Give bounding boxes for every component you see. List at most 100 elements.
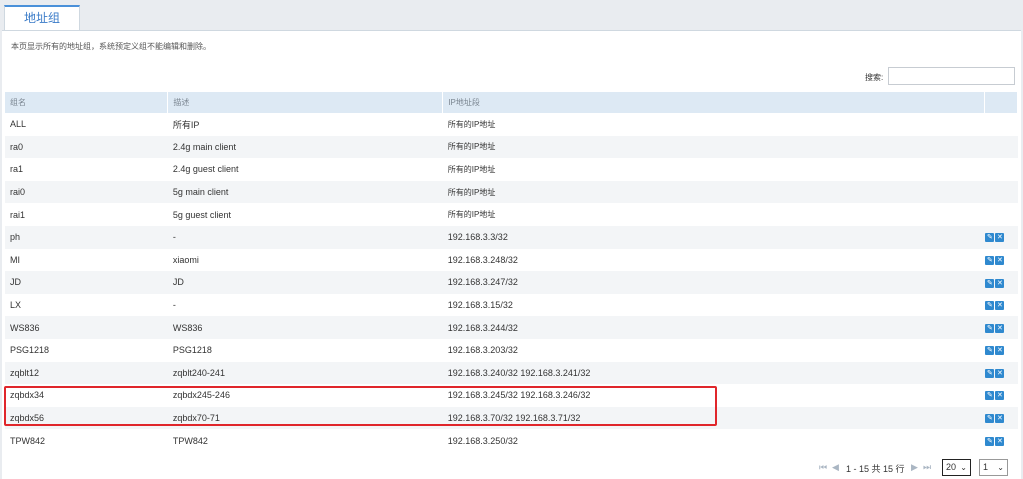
actions-cell: ✎ ✕ xyxy=(984,339,1017,362)
group-name-cell: TPW842 xyxy=(10,435,46,446)
page-number-value: 1 xyxy=(983,462,989,472)
page-size-select[interactable]: 20 ⌄ xyxy=(942,459,971,476)
actions-cell: ✎ ✕ xyxy=(984,362,1017,385)
table-row[interactable]: PSG1218 PSG1218 192.168.3.203/32 ✎ ✕ xyxy=(5,338,1018,362)
group-name-cell: zqblt12 xyxy=(10,367,40,378)
actions-cell: ✎ ✕ xyxy=(984,407,1017,430)
edit-icon[interactable]: ✎ xyxy=(985,323,995,333)
table-row[interactable]: ALL 所有IP 所有的IP地址 xyxy=(5,113,1018,136)
group-name-cell: rai1 xyxy=(10,209,26,220)
group-name-cell: ra1 xyxy=(10,164,24,175)
table-header-row: 组名 描述 IP地址段 xyxy=(5,92,1019,113)
ip-range-cell: 192.168.3.240/32 192.168.3.241/32 xyxy=(447,367,591,378)
table-row[interactable]: JD JD 192.168.3.247/32 ✎ ✕ xyxy=(5,271,1018,294)
chevron-down-icon: ⌄ xyxy=(960,463,967,472)
pagination: ⏮ ◀ 1 - 15 共 15 行 ▶ ⏭ 20 ⌄ 1 ⌄ xyxy=(0,459,1023,476)
content-panel: 本页显示所有的地址组，系统预定义组不能编辑和删除。 搜索: 组名 描述 IP地址… xyxy=(2,30,1021,479)
actions-cell: ✎ ✕ xyxy=(984,316,1017,339)
table-row[interactable]: zqbdx56 zqbdx70-71 192.168.3.70/32 192.168… xyxy=(5,406,1018,430)
group-name-cell: zqbdx34 xyxy=(10,390,45,401)
actions-cell: ✎ ✕ xyxy=(984,429,1017,452)
description-cell: zqblt240-241 xyxy=(172,367,225,378)
delete-icon[interactable]: ✕ xyxy=(995,255,1005,265)
ip-range-cell: 所有的IP地址 xyxy=(447,164,496,174)
ip-range-cell: 192.168.3.203/32 xyxy=(447,345,518,356)
actions-cell: ✎ ✕ xyxy=(984,249,1017,272)
ip-range-cell: 所有的IP地址 xyxy=(447,210,496,220)
actions-cell: ✎ ✕ xyxy=(984,384,1017,407)
delete-icon[interactable]: ✕ xyxy=(995,368,1005,378)
table-row[interactable]: zqbdx34 zqbdx245-246 192.168.3.245/32 192.… xyxy=(5,384,1018,407)
delete-icon[interactable]: ✕ xyxy=(995,233,1005,243)
edit-icon[interactable]: ✎ xyxy=(985,255,995,265)
delete-icon[interactable]: ✕ xyxy=(995,414,1005,424)
table-row[interactable]: ra1 2.4g guest client 所有的IP地址 xyxy=(5,158,1018,181)
group-name-cell: JD xyxy=(10,277,21,288)
description-cell: 5g main client xyxy=(172,187,229,198)
ip-range-cell: 192.168.3.70/32 192.168.3.71/32 xyxy=(447,413,581,424)
ip-range-cell: 192.168.3.15/32 xyxy=(447,300,513,311)
actions-cell xyxy=(984,136,1017,159)
table-row[interactable]: TPW842 TPW842 192.168.3.250/32 ✎ ✕ xyxy=(5,429,1018,452)
actions-cell xyxy=(984,158,1017,181)
table-row[interactable]: MI xiaomi 192.168.3.248/32 ✎ ✕ xyxy=(5,248,1018,272)
page-number-select[interactable]: 1 ⌄ xyxy=(979,459,1008,476)
ip-range-cell: 192.168.3.250/32 xyxy=(447,435,518,446)
delete-icon[interactable]: ✕ xyxy=(995,301,1005,311)
description-cell: zqbdx70-71 xyxy=(172,413,220,424)
table-row[interactable]: ra0 2.4g main client 所有的IP地址 xyxy=(5,135,1018,159)
delete-icon[interactable]: ✕ xyxy=(995,436,1005,446)
actions-cell xyxy=(984,203,1017,226)
group-name-cell: ra0 xyxy=(10,141,24,152)
group-name-cell: ph xyxy=(10,232,21,243)
page-size-value: 20 xyxy=(946,462,957,472)
ip-range-cell: 所有的IP地址 xyxy=(447,187,496,197)
app-frame: 地址组 本页显示所有的地址组，系统预定义组不能编辑和删除。 搜索: 组名 描述 … xyxy=(0,0,1023,479)
table-row[interactable]: rai1 5g guest client 所有的IP地址 xyxy=(5,203,1018,226)
edit-icon[interactable]: ✎ xyxy=(985,301,995,311)
next-page-icon[interactable]: ▶ xyxy=(911,462,918,473)
delete-icon[interactable]: ✕ xyxy=(995,391,1005,401)
ip-range-cell: 192.168.3.3/32 xyxy=(447,232,508,243)
table-row[interactable]: WS836 WS836 192.168.3.244/32 ✎ ✕ xyxy=(5,316,1018,339)
description-cell: - xyxy=(172,232,176,243)
edit-icon[interactable]: ✎ xyxy=(985,278,995,288)
prev-page-icon[interactable]: ◀ xyxy=(832,462,839,473)
delete-icon[interactable]: ✕ xyxy=(995,323,1005,333)
ip-range-cell: 所有的IP地址 xyxy=(447,119,496,129)
page-description: 本页显示所有的地址组，系统预定义组不能编辑和删除。 xyxy=(11,42,211,51)
edit-icon[interactable]: ✎ xyxy=(985,436,995,446)
description-cell: PSG1218 xyxy=(172,345,212,356)
search-input[interactable] xyxy=(888,67,1015,85)
description-cell: xiaomi xyxy=(172,254,199,265)
ip-range-cell: 所有的IP地址 xyxy=(447,142,496,152)
address-group-table: 组名 描述 IP地址段 ALL 所有IP 所有的IP地址 ra0 2.4g main c… xyxy=(5,92,1019,452)
description-cell: WS836 xyxy=(172,322,203,333)
table-row[interactable]: LX - 192.168.3.15/32 ✎ ✕ xyxy=(5,293,1018,317)
description-cell: 5g guest client xyxy=(172,209,231,220)
actions-cell: ✎ ✕ xyxy=(984,226,1017,249)
delete-icon[interactable]: ✕ xyxy=(995,346,1005,356)
table-row[interactable]: zqblt12 zqblt240-241 192.168.3.240/32 192.… xyxy=(5,361,1018,385)
edit-icon[interactable]: ✎ xyxy=(985,391,995,401)
edit-icon[interactable]: ✎ xyxy=(985,346,995,356)
last-page-icon[interactable]: ⏭ xyxy=(923,462,931,473)
group-name-cell: PSG1218 xyxy=(10,345,50,356)
header-group-name: 组名 xyxy=(5,92,169,113)
group-name-cell: zqbdx56 xyxy=(10,413,45,424)
description-cell: JD xyxy=(172,277,184,288)
search-label: 搜索: xyxy=(865,73,884,82)
first-page-icon[interactable]: ⏮ xyxy=(819,462,827,473)
table-row[interactable]: rai0 5g main client 所有的IP地址 xyxy=(5,180,1018,204)
ip-range-cell: 192.168.3.245/32 192.168.3.246/32 xyxy=(447,390,591,401)
tab-address-group[interactable]: 地址组 xyxy=(4,5,80,31)
ip-range-cell: 192.168.3.247/32 xyxy=(447,277,518,288)
actions-cell: ✎ ✕ xyxy=(984,294,1017,317)
delete-icon[interactable]: ✕ xyxy=(995,278,1005,288)
edit-icon[interactable]: ✎ xyxy=(985,233,995,243)
edit-icon[interactable]: ✎ xyxy=(985,414,995,424)
edit-icon[interactable]: ✎ xyxy=(985,368,995,378)
description-cell: 2.4g main client xyxy=(172,141,236,152)
ip-range-cell: 192.168.3.248/32 xyxy=(447,254,518,265)
table-row[interactable]: ph - 192.168.3.3/32 ✎ ✕ xyxy=(5,225,1018,249)
